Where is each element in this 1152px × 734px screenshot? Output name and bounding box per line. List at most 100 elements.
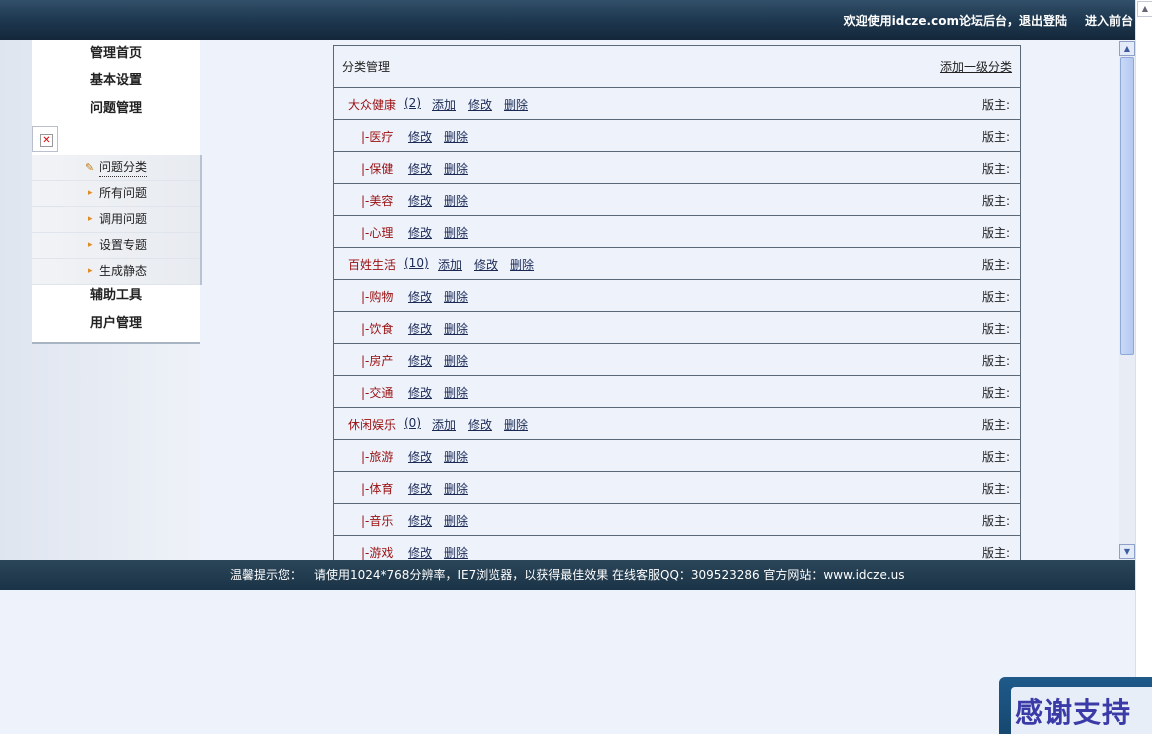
sub-item-topics[interactable]: ▸ 设置专题 [32,233,200,259]
top-banner: 欢迎使用idcze.com论坛后台，退出登陆 进入前台 [0,0,1135,40]
menu-head-users[interactable]: 用户管理 [32,311,200,337]
sidebar: 管理首页 基本设置 问题管理 ✕ ✎ 问题分类 ▸ 所有问题 ▸ 调用问题 ▸ … [0,40,202,560]
sub-item-generate-static[interactable]: ▸ 生成静态 [32,259,200,285]
arrow-right-icon: ▸ [88,188,93,198]
menu-head-questions[interactable]: 问题管理 [32,96,200,122]
category-row: |-旅游 修改 删除 版主: [334,440,1020,472]
sub-item-call-questions[interactable]: ▸ 调用问题 [32,207,200,233]
edit-link[interactable]: 修改 [408,224,432,241]
edit-link[interactable]: 修改 [408,448,432,465]
subcategory-name: |-音乐 [361,514,394,528]
edit-link[interactable]: 修改 [474,256,498,273]
broken-image-icon: ✕ [32,126,58,152]
sub-item-label: 调用问题 [99,212,148,226]
delete-link[interactable]: 删除 [510,256,534,273]
add-subcategory-link[interactable]: 添加 [438,256,462,273]
submenu-border [200,155,202,285]
moderator-label: 版主: [981,514,1010,528]
moderator-label: 版主: [981,482,1010,496]
thanks-badge[interactable]: 感谢支持 [999,677,1152,734]
category-row: 大众健康 (2) 添加 修改 删除 版主: [334,88,1020,120]
menu-head-settings[interactable]: 基本设置 [32,68,200,94]
sub-item-label: 设置专题 [99,238,148,252]
edit-link[interactable]: 修改 [408,320,432,337]
moderator-label: 版主: [981,226,1010,240]
category-count-link[interactable]: (0) [404,416,421,430]
subcategory-name: |-房产 [361,354,394,368]
category-row: |-体育 修改 删除 版主: [334,472,1020,504]
moderator-label: 版主: [981,130,1010,144]
delete-link[interactable]: 删除 [444,224,468,241]
scroll-up-icon[interactable]: ▲ [1119,41,1135,56]
edit-link[interactable]: 修改 [468,416,492,433]
subcategory-name: |-购物 [361,290,394,304]
delete-link[interactable]: 删除 [444,384,468,401]
scroll-up-icon[interactable]: ▲ [1137,1,1152,17]
pencil-icon: ✎ [85,161,95,174]
category-row: 休闲娱乐 (0) 添加 修改 删除 版主: [334,408,1020,440]
delete-link[interactable]: 删除 [444,192,468,209]
scroll-down-icon[interactable]: ▼ [1119,544,1135,559]
edit-link[interactable]: 修改 [408,288,432,305]
add-top-category-link[interactable]: 添加一级分类 [940,58,1012,75]
add-subcategory-link[interactable]: 添加 [432,416,456,433]
frontend-link[interactable]: 进入前台 [1085,12,1133,29]
edit-link[interactable]: 修改 [468,96,492,113]
footer-tip-label: 温馨提示您： [230,568,303,582]
thanks-badge-inner: 感谢支持 [1011,687,1152,734]
moderator-label: 版主: [981,194,1010,208]
moderator-label: 版主: [981,354,1010,368]
subcategory-name: |-饮食 [361,322,394,336]
category-row: |-饮食 修改 删除 版主: [334,312,1020,344]
delete-link[interactable]: 删除 [444,352,468,369]
scroll-thumb[interactable] [1120,57,1134,355]
sub-item-all-questions[interactable]: ▸ 所有问题 [32,181,200,207]
category-row: |-医疗 修改 删除 版主: [334,120,1020,152]
category-name: 休闲娱乐 [348,418,397,432]
category-row: |-保健 修改 删除 版主: [334,152,1020,184]
delete-link[interactable]: 删除 [504,416,528,433]
moderator-label: 版主: [981,258,1010,272]
category-panel: 分类管理 添加一级分类 大众健康 (2) 添加 修改 删除 版主: |-医疗 修改 删除 版主: |… [333,45,1021,560]
edit-link[interactable]: 修改 [408,192,432,209]
edit-link[interactable]: 修改 [408,352,432,369]
logout-link[interactable]: 退出登陆 [1019,14,1067,28]
menu-head-home[interactable]: 管理首页 [32,41,200,67]
edit-link[interactable]: 修改 [408,128,432,145]
category-count-link[interactable]: (2) [404,96,421,110]
window-scrollbar[interactable]: ▲ [1135,0,1152,734]
sub-item-categories[interactable]: ✎ 问题分类 [32,155,200,181]
category-row: 百姓生活 (10) 添加 修改 删除 版主: [334,248,1020,280]
welcome-message: 欢迎使用idcze.com论坛后台，退出登陆 [844,12,1067,29]
edit-link[interactable]: 修改 [408,480,432,497]
delete-link[interactable]: 删除 [444,512,468,529]
category-row: |-房产 修改 删除 版主: [334,344,1020,376]
edit-link[interactable]: 修改 [408,512,432,529]
edit-link[interactable]: 修改 [408,384,432,401]
delete-link[interactable]: 删除 [444,320,468,337]
delete-link[interactable]: 删除 [444,544,468,560]
moderator-label: 版主: [981,162,1010,176]
category-count-link[interactable]: (10) [404,256,429,270]
moderator-label: 版主: [981,98,1010,112]
edit-link[interactable]: 修改 [408,544,432,560]
content-scrollbar[interactable]: ▲ ▼ [1119,41,1135,560]
delete-link[interactable]: 删除 [444,480,468,497]
subcategory-name: |-体育 [361,482,394,496]
edit-link[interactable]: 修改 [408,160,432,177]
delete-link[interactable]: 删除 [444,448,468,465]
moderator-label: 版主: [981,290,1010,304]
footer-info: 请使用1024*768分辨率，IE7浏览器，以获得最佳效果 在线客服QQ：309… [314,568,905,582]
category-row: |-美容 修改 删除 版主: [334,184,1020,216]
delete-link[interactable]: 删除 [444,160,468,177]
delete-link[interactable]: 删除 [444,128,468,145]
sidebar-menu: 管理首页 基本设置 问题管理 ✕ ✎ 问题分类 ▸ 所有问题 ▸ 调用问题 ▸ … [32,40,202,344]
moderator-label: 版主: [981,322,1010,336]
moderator-label: 版主: [981,418,1010,432]
menu-head-tools[interactable]: 辅助工具 [32,283,200,309]
delete-link[interactable]: 删除 [504,96,528,113]
category-name: 大众健康 [348,98,397,112]
add-subcategory-link[interactable]: 添加 [432,96,456,113]
category-row: |-心理 修改 删除 版主: [334,216,1020,248]
delete-link[interactable]: 删除 [444,288,468,305]
